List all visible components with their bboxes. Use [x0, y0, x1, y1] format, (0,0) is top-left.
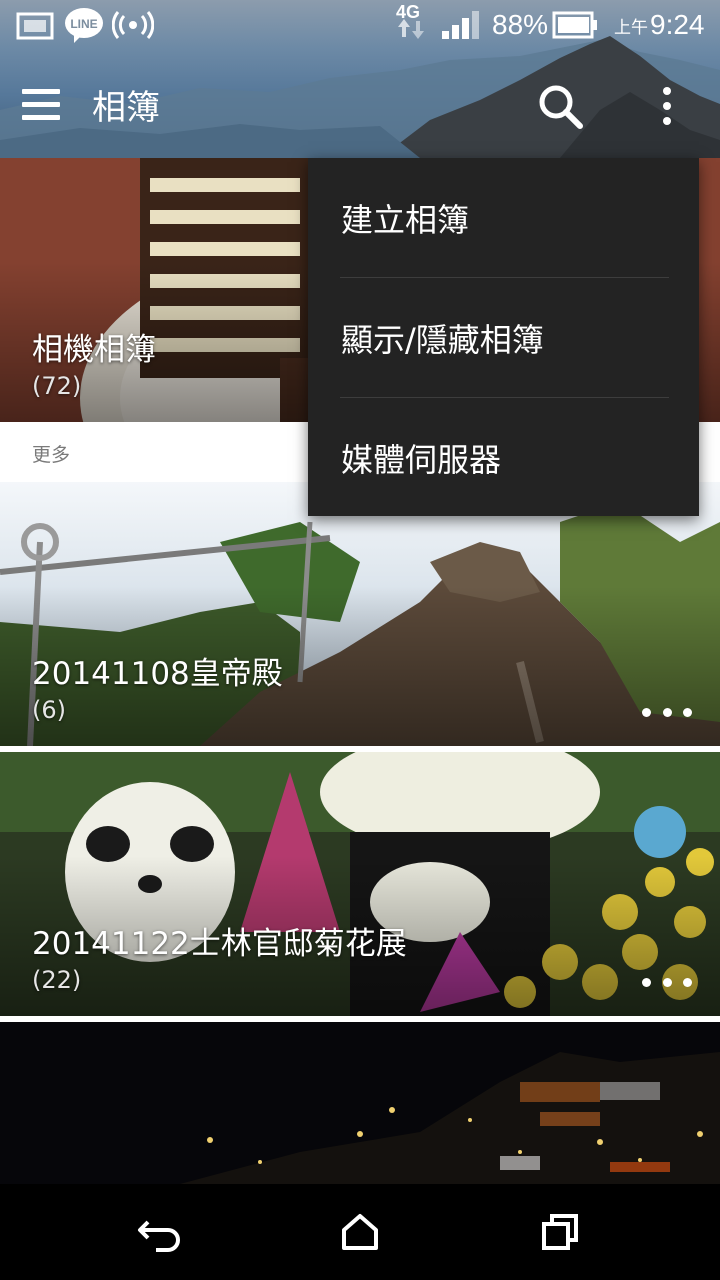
time: 9:24 — [650, 9, 705, 40]
album-card-night[interactable] — [0, 1022, 720, 1184]
album-title: 20141122士林官邸菊花展 — [32, 926, 407, 962]
system-nav-bar — [0, 1184, 720, 1280]
album-title: 相機相簿 — [32, 332, 156, 368]
line-icon: LINE — [64, 0, 108, 50]
overflow-popup-menu: 建立相簿 顯示/隱藏相簿 媒體伺服器 — [308, 158, 699, 516]
signal-icon — [440, 0, 484, 50]
app-header: LINE 4G 88% 上午 9:24 相簿 — [0, 0, 720, 158]
battery-icon — [552, 0, 600, 50]
home-icon[interactable] — [330, 1202, 390, 1262]
album-count: (72) — [32, 372, 82, 400]
hamburger-menu-icon[interactable] — [22, 76, 70, 132]
menu-item-create-album[interactable]: 建立相簿 — [308, 158, 699, 277]
battery-percent: 88% — [492, 9, 549, 40]
more-vert-icon[interactable] — [652, 76, 682, 136]
menu-item-label: 建立相簿 — [341, 200, 470, 239]
album-card-20141122[interactable]: 20141122士林官邸菊花展 (22) — [0, 752, 720, 1016]
menu-item-label: 顯示/隱藏相簿 — [341, 320, 544, 359]
album-count: (22) — [32, 966, 82, 994]
album-card-20141108[interactable]: 20141108皇帝殿 (6) — [0, 482, 720, 746]
action-bar: 相簿 — [0, 50, 720, 158]
menu-item-show-hide-albums[interactable]: 顯示/隱藏相簿 — [308, 278, 699, 397]
album-count: (6) — [32, 696, 66, 724]
album-overflow-icon[interactable] — [642, 970, 692, 994]
clock: 上午 9:24 — [614, 0, 705, 50]
album-thumbnail-night-town — [0, 1022, 720, 1184]
menu-item-media-server[interactable]: 媒體伺服器 — [308, 398, 699, 517]
status-bar: LINE 4G 88% 上午 9:24 — [0, 0, 720, 50]
line-badge-text: LINE — [70, 17, 97, 31]
menu-item-label: 媒體伺服器 — [341, 440, 502, 479]
recents-icon[interactable] — [530, 1202, 590, 1262]
hotspot-icon — [112, 0, 154, 50]
section-more-label: 更多 — [32, 444, 71, 466]
album-title: 20141108皇帝殿 — [32, 656, 283, 692]
back-icon[interactable] — [130, 1202, 190, 1262]
page-title: 相簿 — [92, 88, 160, 128]
time-period: 上午 — [614, 17, 648, 37]
album-overflow-icon[interactable] — [642, 700, 692, 724]
screenshot-icon — [16, 0, 56, 50]
data-arrows-icon — [396, 14, 426, 44]
search-icon[interactable] — [530, 76, 590, 136]
